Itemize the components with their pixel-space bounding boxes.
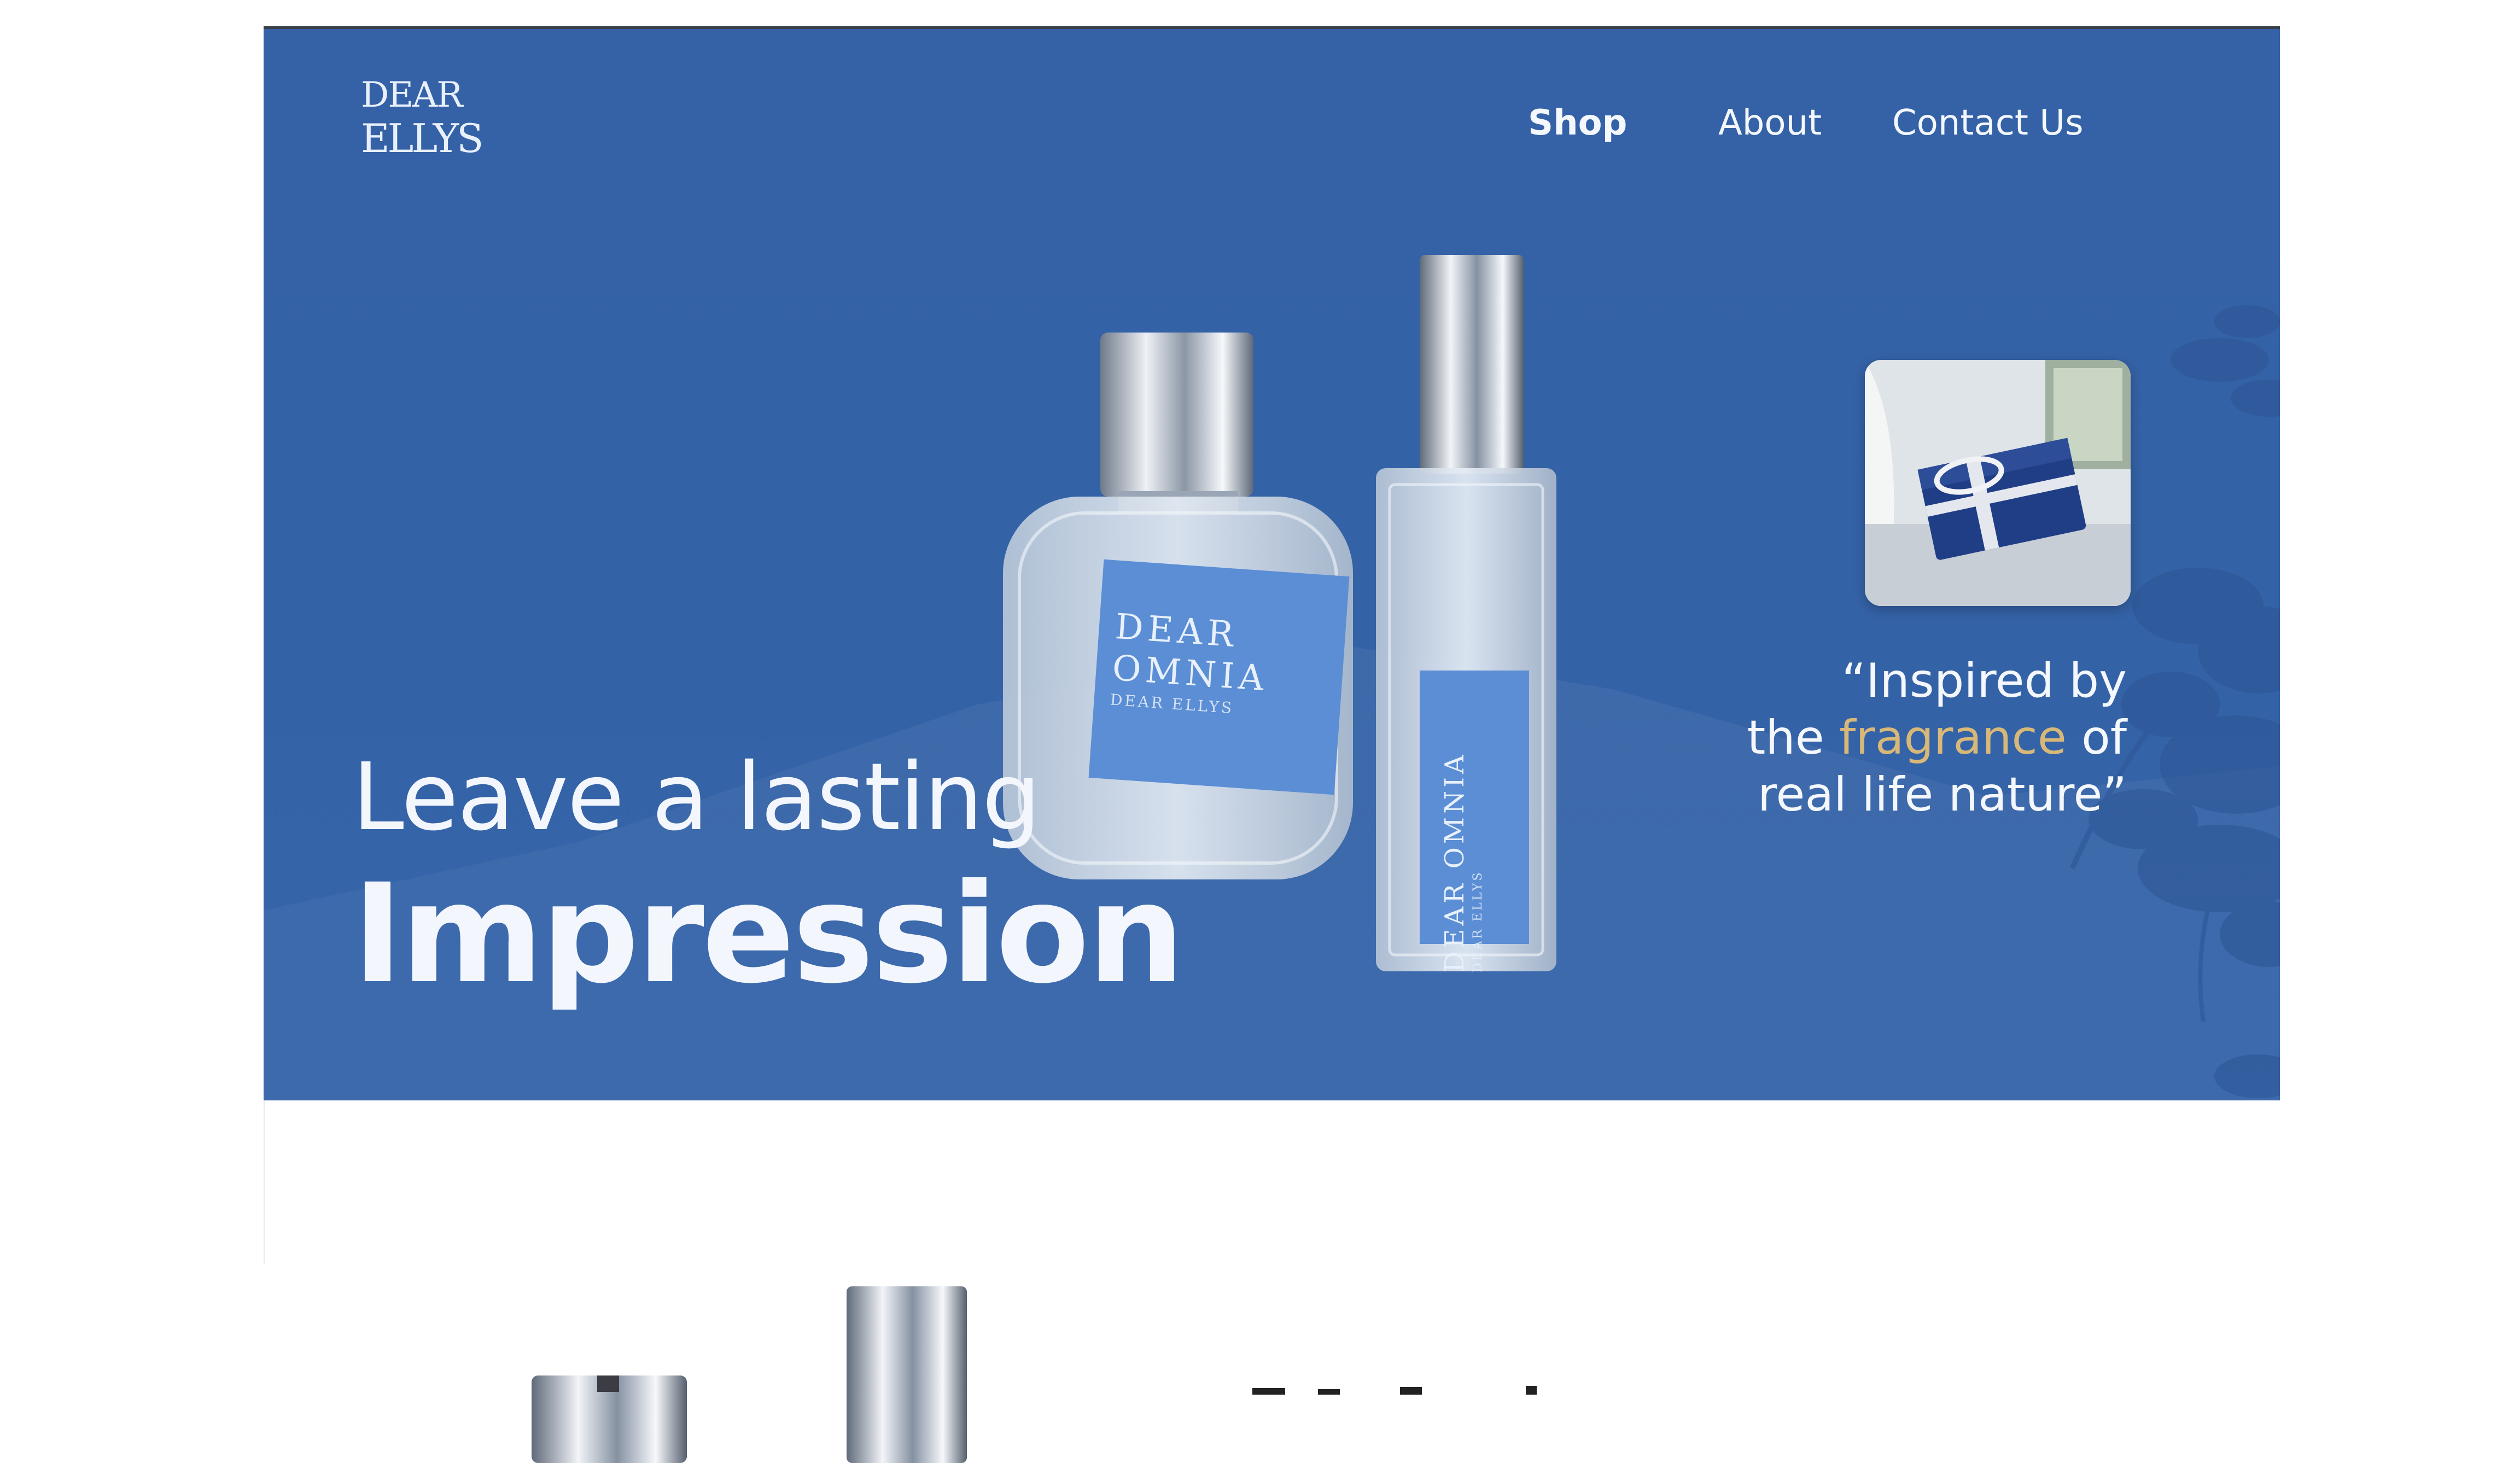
headline-line1: Leave a lasting xyxy=(352,743,1041,852)
hero-banner: DEAR ELLYS Shop About Contact Us DEAR OM… xyxy=(264,26,2280,1100)
hero-quote: “Inspired by the fragrance of real life … xyxy=(1747,652,2127,823)
brand-logo-line1: DEAR xyxy=(361,75,463,115)
tall-bottle-label-line2: DEAR ELLYS xyxy=(1471,870,1485,972)
lower-bottle-cap-1 xyxy=(532,1375,687,1463)
nav-about-link[interactable]: About xyxy=(1718,103,1822,143)
quote-accent-word: fragrance xyxy=(1839,710,2067,765)
tall-bottle-label-line1: DEAR OMNIA xyxy=(1439,751,1470,972)
lower-heading-fragment xyxy=(1252,1386,1537,1395)
quote-line2-pre: the xyxy=(1747,710,1824,765)
headline-line2: Impression xyxy=(352,854,1185,1013)
gift-box-photo[interactable] xyxy=(1865,360,2131,606)
tall-bottle-label: DEAR OMNIA DEAR ELLYS xyxy=(1439,751,1486,972)
nav-shop-link[interactable]: Shop xyxy=(1528,103,1627,143)
nav-contact-link[interactable]: Contact Us xyxy=(1892,103,2084,143)
quote-line2-post: of xyxy=(2081,710,2127,765)
brand-logo-line2: ELLYS xyxy=(361,115,483,161)
lower-bottle-cap-2 xyxy=(847,1286,967,1463)
quote-line3: real life nature” xyxy=(1758,767,2127,822)
bottle-label-text: DEAR OMNIA DEAR ELLYS xyxy=(1110,606,1273,721)
quote-line2: the fragrance of xyxy=(1747,709,2127,766)
gift-box-icon xyxy=(1865,360,2131,606)
hero-headline: Leave a lasting Impression xyxy=(352,743,1185,1013)
quote-line1: “Inspired by xyxy=(1841,654,2127,708)
section-divider xyxy=(264,1100,265,1264)
brand-logo[interactable]: DEAR ELLYS xyxy=(361,74,483,161)
top-border xyxy=(264,26,2280,29)
